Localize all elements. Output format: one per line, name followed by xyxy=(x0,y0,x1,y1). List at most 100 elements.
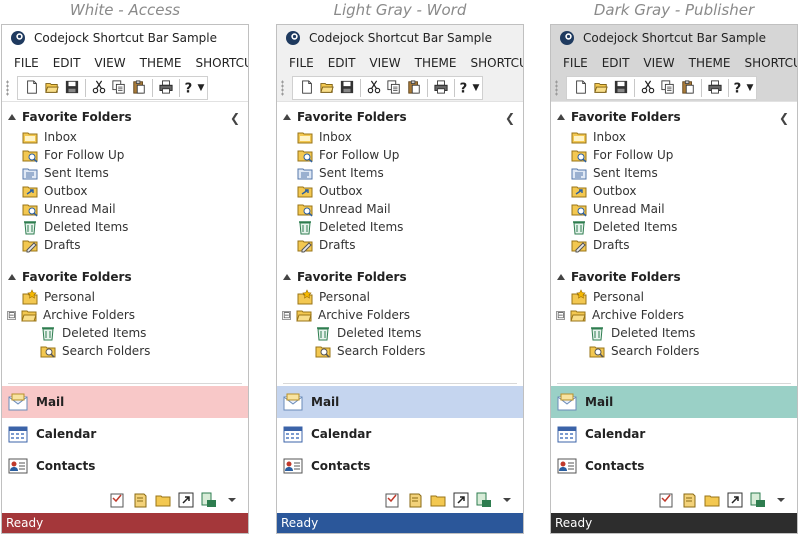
menu-item-file[interactable]: FILE xyxy=(289,56,314,70)
folder-item-sub[interactable]: Search Folders xyxy=(2,342,248,360)
notes-icon[interactable] xyxy=(107,490,127,510)
cut-button[interactable] xyxy=(89,78,109,98)
folder-item[interactable]: Drafts xyxy=(2,236,248,254)
journal-icon[interactable] xyxy=(679,490,699,510)
menu-item-theme[interactable]: THEME xyxy=(689,56,731,70)
grip-handle[interactable] xyxy=(6,80,9,96)
grip-handle[interactable] xyxy=(555,80,558,96)
folder-icon[interactable] xyxy=(428,490,448,510)
shortcut-icon[interactable] xyxy=(176,490,196,510)
folder-list-icon[interactable] xyxy=(748,490,768,510)
open-folder-button[interactable] xyxy=(317,78,337,98)
paste-button[interactable] xyxy=(404,78,424,98)
folder-item-personal[interactable]: Personal xyxy=(277,288,523,306)
chevron-down-icon[interactable]: ▼ xyxy=(473,83,480,93)
folder-item[interactable]: Sent Items xyxy=(2,164,248,182)
folder-item[interactable]: Outbox xyxy=(277,182,523,200)
nav-item-contacts[interactable]: Contacts xyxy=(2,450,248,482)
folder-item[interactable]: Drafts xyxy=(551,236,797,254)
new-document-button[interactable] xyxy=(571,78,591,98)
open-folder-button[interactable] xyxy=(42,78,62,98)
dropdown-icon[interactable] xyxy=(771,490,791,510)
folder-item-archive[interactable]: ⊟ Archive Folders xyxy=(2,306,248,324)
notes-icon[interactable] xyxy=(382,490,402,510)
nav-item-contacts[interactable]: Contacts xyxy=(277,450,523,482)
shortcut-icon[interactable] xyxy=(451,490,471,510)
folder-list-icon[interactable] xyxy=(474,490,494,510)
menu-item-view[interactable]: VIEW xyxy=(369,56,400,70)
folder-item[interactable]: Inbox xyxy=(551,128,797,146)
nav-item-contacts[interactable]: Contacts xyxy=(551,450,797,482)
copy-button[interactable] xyxy=(384,78,404,98)
journal-icon[interactable] xyxy=(405,490,425,510)
folder-item[interactable]: Outbox xyxy=(551,182,797,200)
help-button[interactable]: ? ▼ xyxy=(458,78,480,98)
section-header[interactable]: Favorite Folders xyxy=(277,266,523,288)
folder-item[interactable]: Unread Mail xyxy=(2,200,248,218)
menu-item-file[interactable]: FILE xyxy=(14,56,39,70)
chevron-down-icon[interactable]: ▼ xyxy=(747,83,754,93)
folder-icon[interactable] xyxy=(702,490,722,510)
folder-item[interactable]: Deleted Items xyxy=(277,218,523,236)
shortcut-icon[interactable] xyxy=(725,490,745,510)
folder-item[interactable]: Deleted Items xyxy=(2,218,248,236)
section-header[interactable]: Favorite Folders xyxy=(551,266,797,288)
paste-button[interactable] xyxy=(678,78,698,98)
notes-icon[interactable] xyxy=(656,490,676,510)
collapse-toggle[interactable]: ⊟ xyxy=(7,310,16,320)
folder-item[interactable]: Drafts xyxy=(277,236,523,254)
help-button[interactable]: ? ▼ xyxy=(732,78,754,98)
collapse-toggle[interactable]: ⊟ xyxy=(282,310,291,320)
menu-item-shortcu[interactable]: SHORTCU xyxy=(196,56,249,70)
folder-item[interactable]: For Follow Up xyxy=(551,146,797,164)
folder-item[interactable]: Sent Items xyxy=(277,164,523,182)
folder-item[interactable]: Outbox xyxy=(2,182,248,200)
open-folder-button[interactable] xyxy=(591,78,611,98)
folder-item-archive[interactable]: ⊟ Archive Folders xyxy=(551,306,797,324)
menu-item-view[interactable]: VIEW xyxy=(94,56,125,70)
nav-item-calendar[interactable]: Calendar xyxy=(551,418,797,450)
copy-button[interactable] xyxy=(658,78,678,98)
nav-item-calendar[interactable]: Calendar xyxy=(2,418,248,450)
journal-icon[interactable] xyxy=(130,490,150,510)
folder-item[interactable]: Inbox xyxy=(2,128,248,146)
nav-item-mail[interactable]: Mail xyxy=(551,386,797,418)
section-header[interactable]: Favorite Folders ❮ xyxy=(277,106,523,128)
print-button[interactable] xyxy=(705,78,725,98)
section-header[interactable]: Favorite Folders xyxy=(2,266,248,288)
nav-item-mail[interactable]: Mail xyxy=(2,386,248,418)
folder-item[interactable]: Sent Items xyxy=(551,164,797,182)
menu-item-shortcu[interactable]: SHORTCU xyxy=(745,56,798,70)
print-button[interactable] xyxy=(156,78,176,98)
menu-item-theme[interactable]: THEME xyxy=(415,56,457,70)
folder-item-archive[interactable]: ⊟ Archive Folders xyxy=(277,306,523,324)
menu-item-edit[interactable]: EDIT xyxy=(328,56,356,70)
chevron-down-icon[interactable]: ▼ xyxy=(198,83,205,93)
cut-button[interactable] xyxy=(364,78,384,98)
cut-button[interactable] xyxy=(638,78,658,98)
save-button[interactable] xyxy=(62,78,82,98)
dropdown-icon[interactable] xyxy=(497,490,517,510)
paste-button[interactable] xyxy=(129,78,149,98)
section-header[interactable]: Favorite Folders ❮ xyxy=(2,106,248,128)
menu-item-file[interactable]: FILE xyxy=(563,56,588,70)
help-button[interactable]: ? ▼ xyxy=(183,78,205,98)
folder-item[interactable]: Inbox xyxy=(277,128,523,146)
collapse-pane-icon[interactable]: ❮ xyxy=(779,111,789,125)
copy-button[interactable] xyxy=(109,78,129,98)
menu-item-edit[interactable]: EDIT xyxy=(602,56,630,70)
new-document-button[interactable] xyxy=(297,78,317,98)
collapse-toggle[interactable]: ⊟ xyxy=(556,310,565,320)
collapse-pane-icon[interactable]: ❮ xyxy=(230,111,240,125)
folder-item[interactable]: Unread Mail xyxy=(551,200,797,218)
save-button[interactable] xyxy=(337,78,357,98)
folder-item[interactable]: For Follow Up xyxy=(277,146,523,164)
folder-item[interactable]: Deleted Items xyxy=(551,218,797,236)
folder-item-sub[interactable]: Deleted Items xyxy=(2,324,248,342)
folder-item-sub[interactable]: Search Folders xyxy=(277,342,523,360)
folder-item-sub[interactable]: Deleted Items xyxy=(277,324,523,342)
folder-item-sub[interactable]: Deleted Items xyxy=(551,324,797,342)
folder-item-sub[interactable]: Search Folders xyxy=(551,342,797,360)
collapse-pane-icon[interactable]: ❮ xyxy=(505,111,515,125)
save-button[interactable] xyxy=(611,78,631,98)
